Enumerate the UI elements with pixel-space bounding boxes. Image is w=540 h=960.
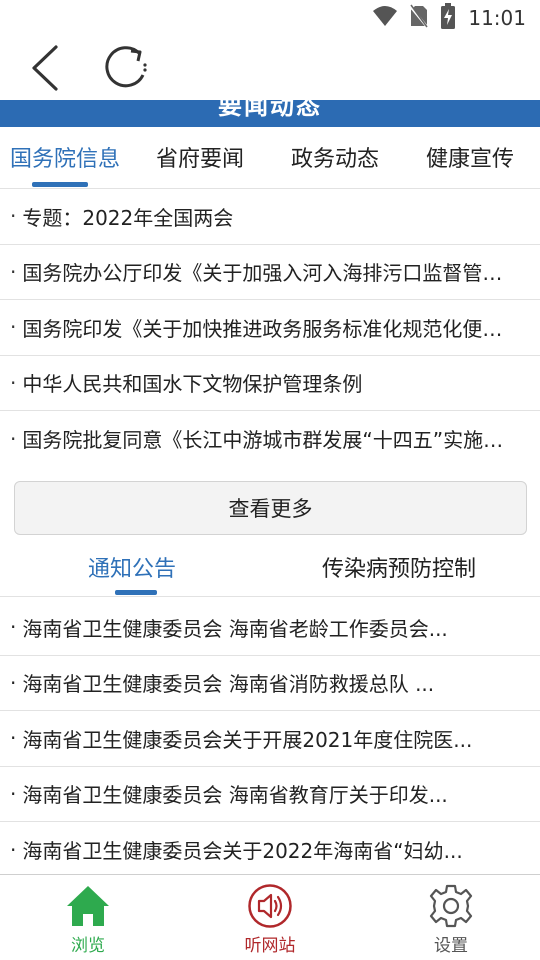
tab-state-council[interactable]: 国务院信息 <box>10 127 120 189</box>
tab-government-affairs[interactable]: 政务动态 <box>291 127 379 189</box>
nav-browse-label: 浏览 <box>71 936 105 956</box>
refresh-icon <box>105 46 147 88</box>
wifi-icon <box>372 5 398 31</box>
list-item-title: 海南省卫生健康委员会关于开展2021年度住院医... <box>22 727 473 752</box>
section-header: 要闻动态 <box>0 100 540 127</box>
speaker-icon <box>247 883 293 929</box>
list-item[interactable]: ·国务院办公厅印发《关于加强入河入海排污口监督管理工作的实施意见》 <box>0 245 540 300</box>
list-item[interactable]: · 海南省卫生健康委员会 海南省老龄工作委员会... <box>0 600 540 656</box>
active-tab-indicator <box>115 590 157 595</box>
tab-provincial-news[interactable]: 省府要闻 <box>156 127 244 189</box>
list-item-title: 国务院批复同意《长江中游城市群发展“十四五”实施方案》 <box>22 428 522 453</box>
nav-settings[interactable]: 设置 <box>391 875 511 960</box>
list-item-title: 海南省卫生健康委员会关于2022年海南省“妇幼... <box>22 839 463 864</box>
gear-icon <box>428 883 474 929</box>
news-list: · 专题：2022年全国两会 · 国务院办公厅印发《关于加强入河入海排污口监督管理工… <box>0 189 540 467</box>
list-item[interactable]: · 海南省卫生健康委员会 海南省消防救援总队 ... <box>0 656 540 711</box>
refresh-button[interactable] <box>100 42 152 94</box>
nav-settings-label: 设置 <box>434 936 468 956</box>
list-item-title: 海南省卫生健康委员会 海南省老龄工作委员会... <box>22 616 448 641</box>
list-item[interactable]: · 海南省卫生健康委员会 海南省教育厅关于印发... <box>0 767 540 822</box>
list-item-title: 海南省卫生健康委员会 海南省教育厅关于印发... <box>22 783 448 808</box>
list-item[interactable]: · 海南省卫生健康委员会关于2022年海南省“妇幼... <box>0 822 540 878</box>
nav-listen[interactable]: 听网站 <box>210 875 330 960</box>
no-sim-icon <box>409 4 430 32</box>
status-bar: 11:01 <box>0 0 540 36</box>
tab-health-promotion[interactable]: 健康宣传 <box>426 127 514 189</box>
list-item-title: 中华人民共和国水下文物保护管理条例 <box>22 372 363 397</box>
category-tabs: 国务院信息 省府要闻 政务动态 健康宣传 <box>0 127 540 189</box>
bottom-navigation: 浏览 听网站 设置 <box>0 874 540 960</box>
notice-tabs: 通知公告 传染病预防控制 <box>0 545 540 597</box>
list-item[interactable]: · 国务院批复同意《长江中游城市群发展“十四五”实施方案》 <box>0 411 540 467</box>
list-item[interactable]: ·国务院印发《关于加快推进政务服务标准化规范化便利化的指导意见》 <box>0 300 540 356</box>
list-item-title: 海南省卫生健康委员会 海南省消防救援总队 ... <box>22 672 435 697</box>
active-tab-indicator <box>32 182 88 187</box>
notice-list: · 海南省卫生健康委员会 海南省老龄工作委员会... · 海南省卫生健康委员会 海南… <box>0 600 540 878</box>
back-button[interactable] <box>20 42 70 94</box>
tab-disease-prevention[interactable]: 传染病预防控制 <box>322 545 476 597</box>
nav-listen-label: 听网站 <box>244 936 296 956</box>
battery-charging-icon <box>440 3 456 33</box>
section-header-title: 要闻动态 <box>218 100 322 120</box>
list-item[interactable]: · 中华人民共和国水下文物保护管理条例 <box>0 356 540 411</box>
nav-browse[interactable]: 浏览 <box>28 875 148 960</box>
list-item[interactable]: · 海南省卫生健康委员会关于开展2021年度住院医... <box>0 711 540 767</box>
list-item-title: 专题：2022年全国两会 <box>22 205 234 230</box>
status-time: 11:01 <box>468 6 526 30</box>
list-item-title: 国务院印发《关于加快推进政务服务标准化规范化便利化的指导意见》 <box>22 316 522 341</box>
view-more-button[interactable]: 查看更多 <box>14 481 527 535</box>
home-icon <box>65 883 111 929</box>
list-item[interactable]: · 专题：2022年全国两会 <box>0 189 540 245</box>
list-item-title: 国务院办公厅印发《关于加强入河入海排污口监督管理工作的实施意见》 <box>22 261 522 286</box>
chevron-left-icon <box>32 45 58 91</box>
browser-toolbar <box>0 36 540 100</box>
